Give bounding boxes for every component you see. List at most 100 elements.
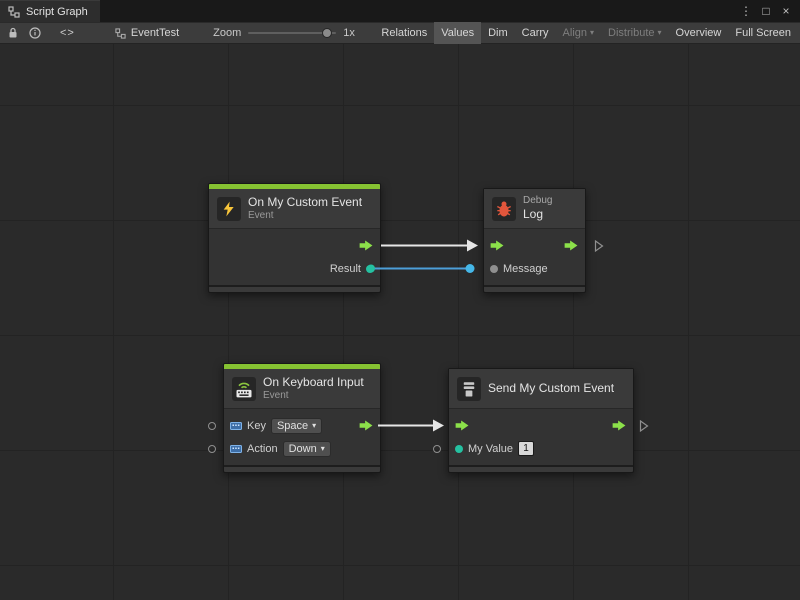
- node-title: On Keyboard Input: [263, 375, 364, 390]
- flow-input-port[interactable]: [455, 420, 470, 431]
- node-body: My Value: [449, 409, 633, 465]
- flow-output-port[interactable]: [359, 240, 374, 251]
- close-icon[interactable]: ×: [778, 4, 794, 18]
- distribute-button-label: Distribute: [608, 27, 654, 39]
- node-header: On My Custom Event Event: [209, 189, 380, 229]
- node-body: Key Space ▾: [224, 409, 380, 465]
- node-title: Log: [523, 207, 552, 222]
- lightning-icon: [217, 197, 241, 221]
- keyboard-icon: [232, 377, 256, 401]
- node-header: Debug Log: [484, 189, 585, 229]
- zoom-slider[interactable]: [248, 22, 336, 44]
- result-output-port[interactable]: [366, 265, 374, 273]
- bug-icon: [492, 197, 516, 221]
- zoom-label: Zoom: [213, 27, 241, 39]
- flow-output-port[interactable]: [359, 420, 374, 431]
- flow-output-port[interactable]: [564, 240, 579, 251]
- message-input-port[interactable]: [490, 265, 498, 273]
- action-type-icon: [230, 443, 242, 455]
- my-value-input-row: My Value: [449, 437, 633, 460]
- fullscreen-button[interactable]: Full Screen: [728, 22, 798, 44]
- fullscreen-button-label: Full Screen: [735, 27, 791, 39]
- zoom-slider-handle[interactable]: [322, 28, 332, 38]
- action-input-row: Action Down ▾: [224, 437, 380, 460]
- menu-icon[interactable]: ⋮: [738, 4, 754, 18]
- overview-button-label: Overview: [676, 27, 722, 39]
- flow-row: [449, 414, 633, 437]
- action-value-port[interactable]: [208, 445, 216, 453]
- graph-breadcrumb[interactable]: EventTest: [115, 27, 179, 39]
- chevron-down-icon: ▾: [312, 422, 316, 430]
- my-value-field[interactable]: [518, 441, 534, 456]
- dim-button[interactable]: Dim: [481, 22, 515, 44]
- node-body: Result: [209, 229, 380, 285]
- result-port-label: Result: [330, 263, 361, 275]
- carry-button[interactable]: Carry: [515, 22, 556, 44]
- dim-button-label: Dim: [488, 27, 508, 39]
- node-send-my-custom-event[interactable]: Send My Custom Event: [448, 368, 634, 473]
- action-dropdown[interactable]: Down ▾: [283, 441, 331, 457]
- key-value-port[interactable]: [208, 422, 216, 430]
- node-body: Message: [484, 229, 585, 285]
- relations-button-label: Relations: [381, 27, 427, 39]
- message-input-row: Message: [484, 257, 585, 280]
- keycode-type-icon: [230, 420, 242, 432]
- flow-output-port[interactable]: [612, 420, 627, 431]
- chevron-down-icon: ▾: [658, 29, 662, 37]
- key-input-row: Key Space ▾: [224, 414, 380, 437]
- node-title: Send My Custom Event: [488, 381, 614, 396]
- values-button-label: Values: [441, 27, 474, 39]
- flow-continuation-icon: [639, 419, 649, 432]
- values-button[interactable]: Values: [434, 22, 481, 44]
- node-subtitle: Event: [248, 210, 362, 223]
- graph-name: EventTest: [131, 27, 179, 39]
- node-on-keyboard-input[interactable]: On Keyboard Input Event Key Space: [223, 363, 381, 473]
- chevron-down-icon: ▾: [590, 29, 594, 37]
- script-graph-window: Script Graph ⋮ □ × <>: [0, 0, 800, 600]
- tab-script-graph[interactable]: Script Graph: [0, 0, 100, 22]
- my-value-input-port[interactable]: [455, 445, 463, 453]
- node-footer: [224, 465, 380, 472]
- zoom-control: Zoom 1x: [213, 22, 355, 44]
- flow-output-row: [209, 234, 380, 257]
- key-dropdown-value: Space: [277, 420, 308, 432]
- key-dropdown[interactable]: Space ▾: [271, 418, 322, 434]
- connection-wires: [0, 44, 800, 600]
- node-footer: [209, 285, 380, 292]
- code-view-button[interactable]: <>: [46, 22, 89, 44]
- node-category: Debug: [523, 195, 552, 208]
- relations-button[interactable]: Relations: [374, 22, 434, 44]
- align-button[interactable]: Align ▾: [556, 22, 601, 44]
- node-title: On My Custom Event: [248, 195, 362, 210]
- window-controls: ⋮ □ ×: [738, 0, 800, 22]
- code-icon: <>: [60, 27, 75, 39]
- my-value-port-label: My Value: [468, 443, 513, 455]
- node-header: Send My Custom Event: [449, 369, 633, 409]
- script-asset-icon: [115, 28, 126, 39]
- info-icon[interactable]: [24, 22, 46, 44]
- flow-input-port[interactable]: [490, 240, 505, 251]
- maximize-icon[interactable]: □: [758, 4, 774, 18]
- chevron-down-icon: ▾: [321, 445, 325, 453]
- key-port-label: Key: [247, 420, 266, 432]
- custom-event-icon: [457, 377, 481, 401]
- titlebar: Script Graph ⋮ □ ×: [0, 0, 800, 22]
- overview-button[interactable]: Overview: [669, 22, 729, 44]
- node-footer: [484, 285, 585, 292]
- flow-continuation-icon: [594, 239, 604, 252]
- toolbar-buttons: Relations Values Dim Carry Align ▾ Distr…: [374, 22, 798, 44]
- lock-icon[interactable]: [2, 22, 24, 44]
- flow-row: [484, 234, 585, 257]
- align-button-label: Align: [563, 27, 587, 39]
- node-subtitle: Event: [263, 390, 364, 403]
- node-header: On Keyboard Input Event: [224, 369, 380, 409]
- node-debug-log[interactable]: Debug Log: [483, 188, 586, 293]
- node-on-my-custom-event[interactable]: On My Custom Event Event Result: [208, 183, 381, 293]
- node-footer: [449, 465, 633, 472]
- action-dropdown-value: Down: [289, 443, 317, 455]
- distribute-button[interactable]: Distribute ▾: [601, 22, 668, 44]
- graph-canvas[interactable]: On My Custom Event Event Result: [0, 44, 800, 600]
- my-value-port-outer[interactable]: [433, 445, 441, 453]
- result-output-row: Result: [209, 257, 380, 280]
- zoom-value: 1x: [343, 27, 355, 39]
